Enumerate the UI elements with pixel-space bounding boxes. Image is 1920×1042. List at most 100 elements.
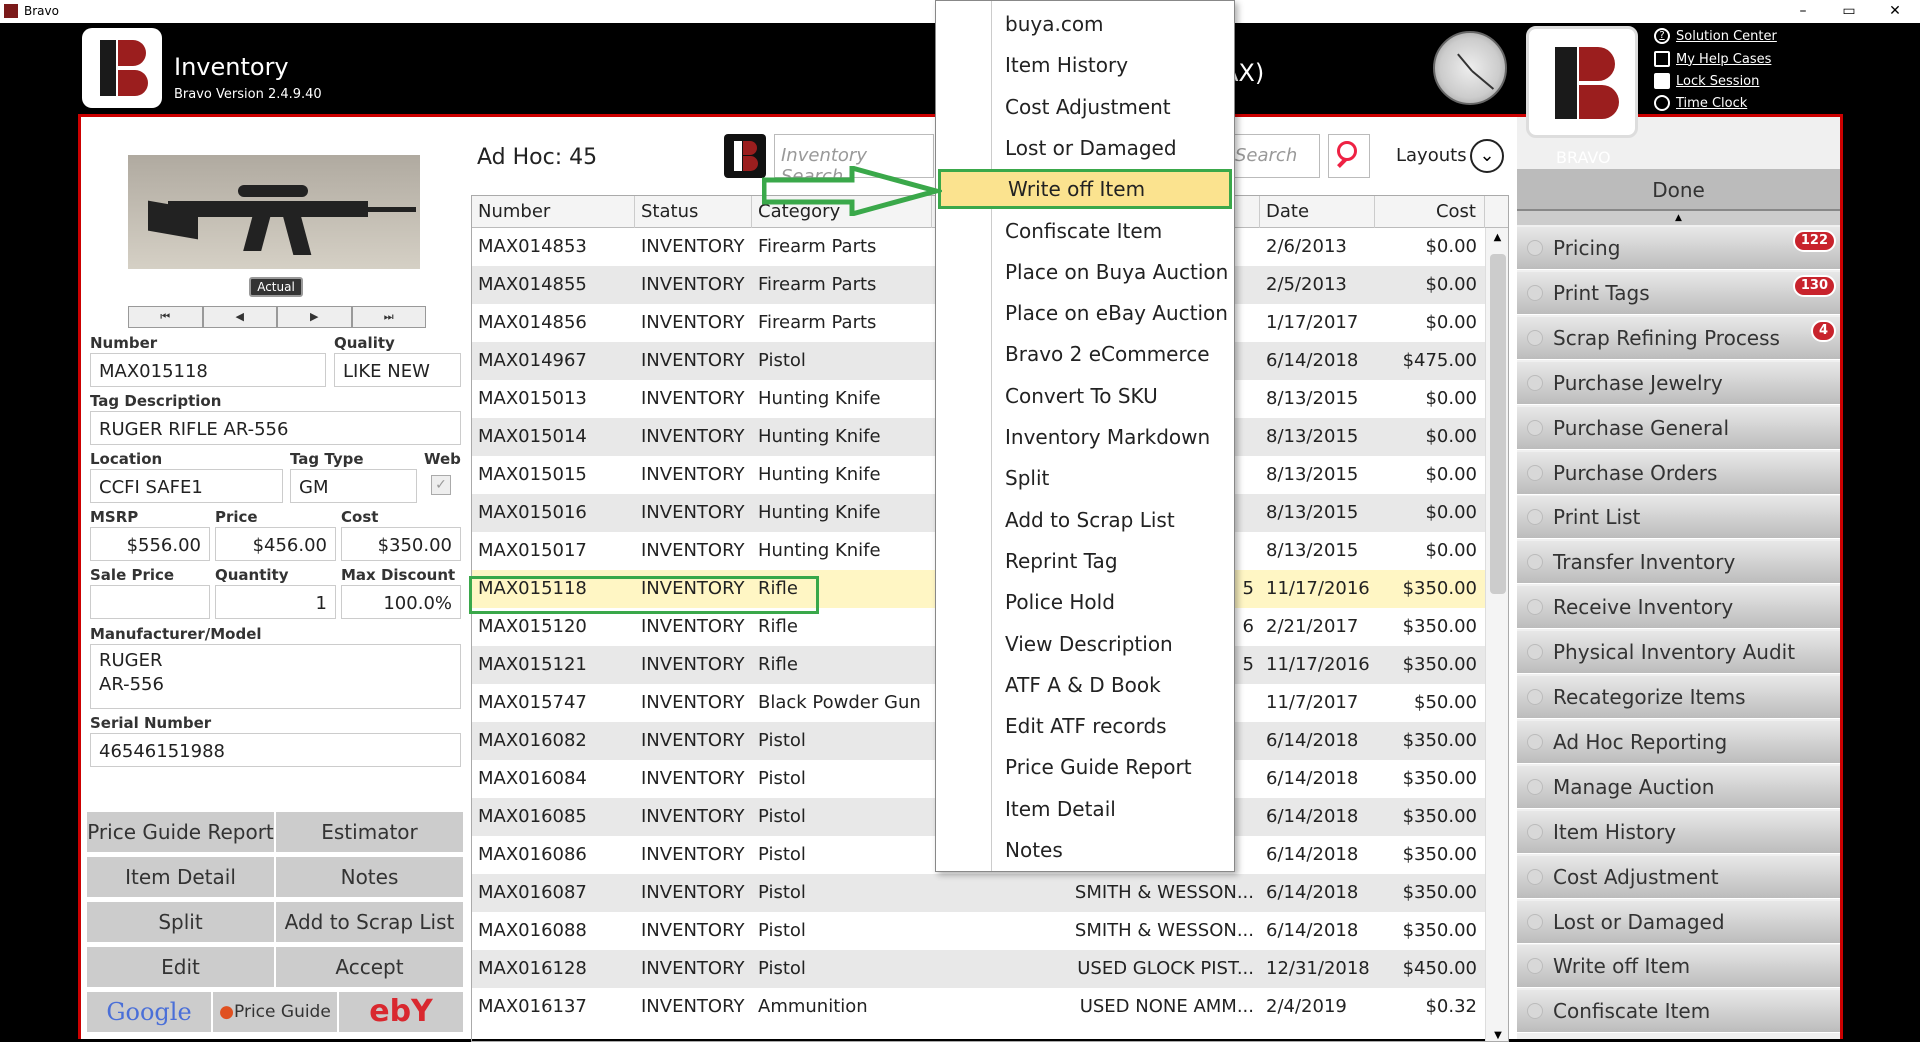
menu-item-convert-to-sku[interactable]: Convert To SKU bbox=[938, 376, 1232, 416]
table-row[interactable]: MAX016128 INVENTORY Pistol USED GLOCK PIST.… bbox=[472, 950, 1485, 988]
action-purchase-orders[interactable]: Purchase Orders bbox=[1517, 451, 1840, 495]
action-pricing[interactable]: Pricing 122 bbox=[1517, 227, 1840, 270]
tag-description-field[interactable]: RUGER RIFLE AR-556 bbox=[90, 411, 461, 445]
action-purchase-general-merchandise[interactable]: Purchase General Merchandise bbox=[1517, 406, 1840, 483]
price-field[interactable]: $456.00 bbox=[215, 527, 336, 561]
web-checkbox[interactable]: ✓ bbox=[431, 475, 451, 495]
menu-item-place-on-buya-auction[interactable]: Place on Buya Auction bbox=[938, 252, 1232, 292]
action-physical-inventory-audit[interactable]: Physical Inventory Audit bbox=[1517, 631, 1840, 675]
chevron-down-icon[interactable]: ⌄ bbox=[1470, 139, 1504, 173]
tag-type-field[interactable]: GM bbox=[290, 469, 417, 503]
maximize-button[interactable]: ▭ bbox=[1826, 1, 1872, 21]
time-clock-link[interactable]: Time Clock bbox=[1654, 95, 1747, 111]
item-detail-button[interactable]: Item Detail bbox=[86, 856, 275, 898]
action-print-tags[interactable]: Print Tags 130 bbox=[1517, 271, 1840, 315]
menu-item-view-description[interactable]: View Description bbox=[938, 624, 1232, 664]
solution-center-link[interactable]: ? Solution Center bbox=[1654, 28, 1777, 44]
google-button[interactable]: Google bbox=[86, 991, 212, 1033]
menu-item-edit-atf-records[interactable]: Edit ATF records bbox=[938, 706, 1232, 746]
action-write-off-item[interactable]: Write off Item bbox=[1517, 945, 1840, 989]
sale-price-field[interactable] bbox=[90, 585, 210, 619]
menu-item-police-hold[interactable]: Police Hold bbox=[938, 582, 1232, 622]
minimize-button[interactable]: – bbox=[1780, 1, 1826, 21]
cell-date: 1/17/2017 bbox=[1266, 312, 1359, 333]
ebay-button[interactable]: ebY bbox=[338, 991, 464, 1033]
action-ad-hoc-reporting[interactable]: Ad Hoc Reporting bbox=[1517, 720, 1840, 764]
action-recategorize-items[interactable]: Recategorize Items bbox=[1517, 676, 1840, 719]
first-record-button[interactable]: ⏮ bbox=[128, 306, 203, 328]
my-help-cases-link[interactable]: My Help Cases bbox=[1654, 51, 1771, 67]
accept-button[interactable]: Accept bbox=[275, 946, 464, 988]
action-scrap-refining-process[interactable]: Scrap Refining Process 4 bbox=[1517, 316, 1840, 360]
number-field[interactable]: MAX015118 bbox=[90, 353, 326, 387]
cell-cost: $0.00 bbox=[1425, 236, 1477, 257]
action-item-history[interactable]: Item History bbox=[1517, 810, 1840, 854]
cell-cost: $350.00 bbox=[1402, 654, 1477, 675]
edit-button[interactable]: Edit bbox=[86, 946, 275, 988]
actual-photo-button[interactable]: Actual bbox=[249, 277, 303, 297]
previous-record-button[interactable]: ◀ bbox=[202, 306, 277, 328]
table-scrollbar[interactable]: ▲ ▼ bbox=[1485, 228, 1508, 1041]
menu-item-reprint-tag[interactable]: Reprint Tag bbox=[938, 541, 1232, 581]
manufacturer-model-field[interactable]: RUGER AR-556 bbox=[90, 644, 461, 709]
location-field[interactable]: CCFI SAFE1 bbox=[90, 469, 283, 503]
column-status[interactable]: Status bbox=[635, 196, 752, 228]
action-cost-adjustment[interactable]: Cost Adjustment bbox=[1517, 855, 1840, 899]
item-photo[interactable] bbox=[128, 155, 420, 269]
table-row[interactable]: MAX016087 INVENTORY Pistol SMITH & WESSON..… bbox=[472, 874, 1485, 912]
close-button[interactable]: ✕ bbox=[1872, 1, 1918, 21]
column-cost[interactable]: Cost bbox=[1375, 196, 1485, 228]
menu-item-buya-com[interactable]: buya.com bbox=[938, 4, 1232, 44]
quantity-field[interactable]: 1 bbox=[215, 585, 336, 619]
notes-button[interactable]: Notes bbox=[275, 856, 464, 898]
add-to-scrap-list-button[interactable]: Add to Scrap List bbox=[275, 901, 464, 943]
menu-item-inventory-markdown[interactable]: Inventory Markdown bbox=[938, 417, 1232, 457]
price-guide-report-button[interactable]: Price Guide Report bbox=[86, 811, 275, 853]
table-row[interactable]: MAX016088 INVENTORY Pistol SMITH & WESSON..… bbox=[472, 912, 1485, 950]
price-guide-link-button[interactable]: ●Price Guide bbox=[212, 991, 338, 1033]
search-button[interactable] bbox=[1328, 134, 1370, 178]
action-transfer-inventory[interactable]: Transfer Inventory bbox=[1517, 541, 1840, 585]
split-button[interactable]: Split bbox=[86, 901, 275, 943]
item-detail-panel: Actual ⏮ ◀ ▶ ⏭ Number Quality MAX015118 … bbox=[78, 114, 464, 1039]
cell-date: 6/14/2018 bbox=[1266, 350, 1359, 371]
action-purchase-jewelry[interactable]: Purchase Jewelry bbox=[1517, 361, 1840, 405]
menu-item-confiscate-item[interactable]: Confiscate Item bbox=[938, 211, 1232, 251]
column-number[interactable]: Number bbox=[472, 196, 635, 228]
menu-item-price-guide-report[interactable]: Price Guide Report bbox=[938, 747, 1232, 787]
done-button[interactable]: Done bbox=[1517, 169, 1840, 211]
lock-session-link[interactable]: Lock Session bbox=[1654, 73, 1759, 89]
menu-item-item-history[interactable]: Item History bbox=[938, 45, 1232, 85]
menu-item-place-on-ebay-auction[interactable]: Place on eBay Auction bbox=[938, 293, 1232, 333]
menu-item-add-to-scrap-list[interactable]: Add to Scrap List bbox=[938, 500, 1232, 540]
serial-number-field[interactable]: 46546151988 bbox=[90, 733, 461, 767]
search-icon bbox=[1337, 141, 1357, 161]
quality-field[interactable]: LIKE NEW bbox=[334, 353, 461, 387]
menu-item-atf-a-d-book[interactable]: ATF A & D Book bbox=[938, 665, 1232, 705]
next-record-button[interactable]: ▶ bbox=[277, 306, 352, 328]
table-row[interactable]: MAX016137 INVENTORY Ammunition USED NONE AM… bbox=[472, 988, 1485, 1026]
column-date[interactable]: Date bbox=[1260, 196, 1375, 228]
cost-field[interactable]: $350.00 bbox=[341, 527, 461, 561]
estimator-button[interactable]: Estimator bbox=[275, 811, 464, 853]
cell-category: Pistol bbox=[758, 806, 806, 827]
msrp-field[interactable]: $556.00 bbox=[90, 527, 210, 561]
menu-item-cost-adjustment[interactable]: Cost Adjustment bbox=[938, 87, 1232, 127]
action-print-list[interactable]: Print List bbox=[1517, 496, 1840, 540]
max-discount-field[interactable]: 100.0% bbox=[341, 585, 461, 619]
action-confiscate-item[interactable]: Confiscate Item bbox=[1517, 990, 1840, 1034]
cell-desc: SMITH & WESSON... bbox=[1074, 882, 1254, 903]
menu-item-notes[interactable]: Notes bbox=[938, 830, 1232, 870]
menu-item-split[interactable]: Split bbox=[938, 458, 1232, 498]
menu-item-lost-or-damaged[interactable]: Lost or Damaged bbox=[938, 128, 1232, 168]
menu-item-bravo-2-ecommerce[interactable]: Bravo 2 eCommerce bbox=[938, 334, 1232, 374]
last-record-button[interactable]: ⏭ bbox=[351, 306, 426, 328]
action-receive-inventory[interactable]: Receive Inventory bbox=[1517, 586, 1840, 630]
menu-item-item-detail[interactable]: Item Detail bbox=[938, 789, 1232, 829]
action-manage-auction[interactable]: Manage Auction bbox=[1517, 765, 1840, 809]
scroll-up-icon[interactable]: ▲ bbox=[1517, 211, 1840, 225]
menu-item-write-off-item[interactable]: Write off Item bbox=[938, 169, 1232, 210]
action-label: Item History bbox=[1553, 819, 1677, 844]
action-lost-or-damaged[interactable]: Lost or Damaged bbox=[1517, 900, 1840, 944]
secondary-search-input[interactable]: Search bbox=[1230, 134, 1320, 178]
